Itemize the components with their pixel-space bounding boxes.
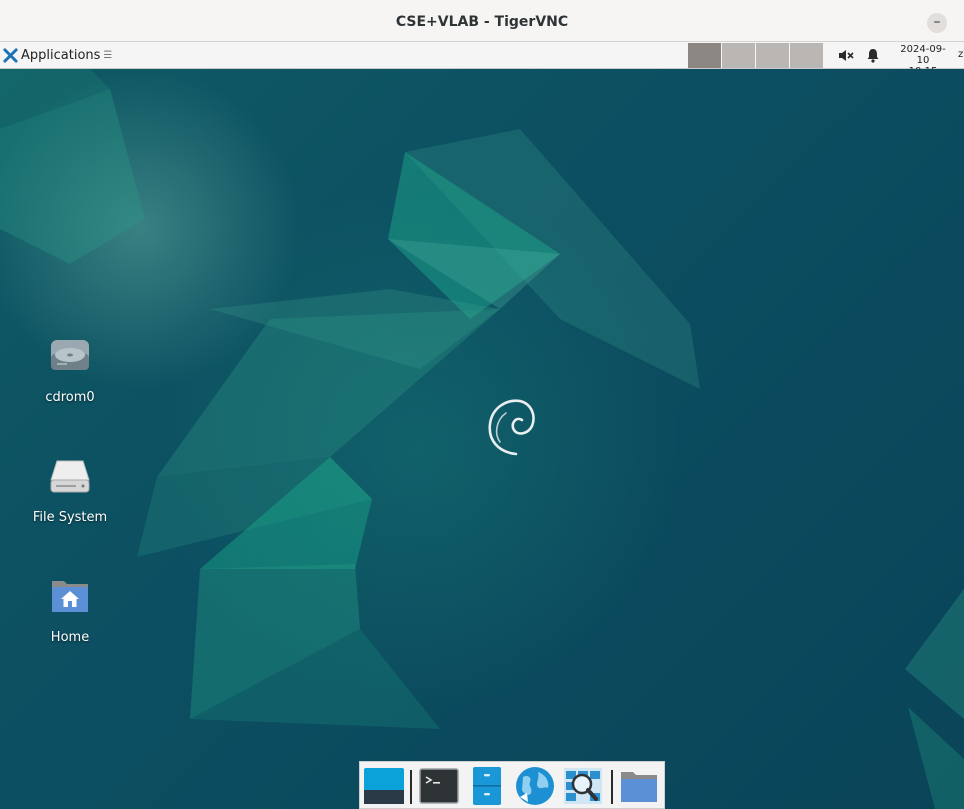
desktop-wallpaper [0,69,964,809]
debian-swirl-icon [488,399,535,456]
desktop-icon-label: Home [50,630,90,645]
file-manager-icon[interactable] [466,766,508,806]
show-desktop-icon[interactable] [363,766,405,806]
search-icon[interactable] [562,766,604,806]
xfce-mouse-icon [3,47,18,63]
desktop-icon-label: cdrom0 [45,390,95,405]
desktop[interactable]: cdrom0 File System Home [0,69,964,809]
vnc-titlebar: CSE+VLAB - TigerVNC – [0,0,964,42]
desktop-icon-label: File System [32,510,108,525]
workspace-2[interactable] [722,43,755,68]
dock-separator [410,770,412,804]
optical-drive-icon [51,340,89,370]
folder-icon[interactable] [618,766,660,806]
home-folder-icon [52,581,88,612]
clock-date: 2024-09-10 [900,44,946,66]
top-panel: Applications ☰ 2024-09-10 10:15 z [0,42,964,77]
web-browser-icon[interactable] [514,766,556,806]
window-title: CSE+VLAB - TigerVNC [395,14,569,30]
applications-menu-button[interactable]: Applications ☰ [0,42,112,68]
desktop-icon-cdrom0[interactable]: cdrom0 [25,334,115,405]
hard-drive-icon [50,460,90,493]
workspace-3[interactable] [756,43,789,68]
volume-muted-icon[interactable] [837,47,855,64]
desktop-icon-file-system[interactable]: File System [25,454,115,525]
minimize-button[interactable]: – [927,13,947,33]
panel-edge-text: z [958,49,964,60]
bell-icon[interactable] [864,47,882,64]
dock-separator [611,770,613,804]
panel-grip-icon: ☰ [103,49,113,61]
desktop-icon-home[interactable]: Home [25,574,115,645]
applications-label: Applications [21,47,101,63]
terminal-icon[interactable] [418,766,460,806]
workspace-1[interactable] [688,43,721,68]
workspace-4[interactable] [790,43,823,68]
bottom-dock [359,761,665,809]
